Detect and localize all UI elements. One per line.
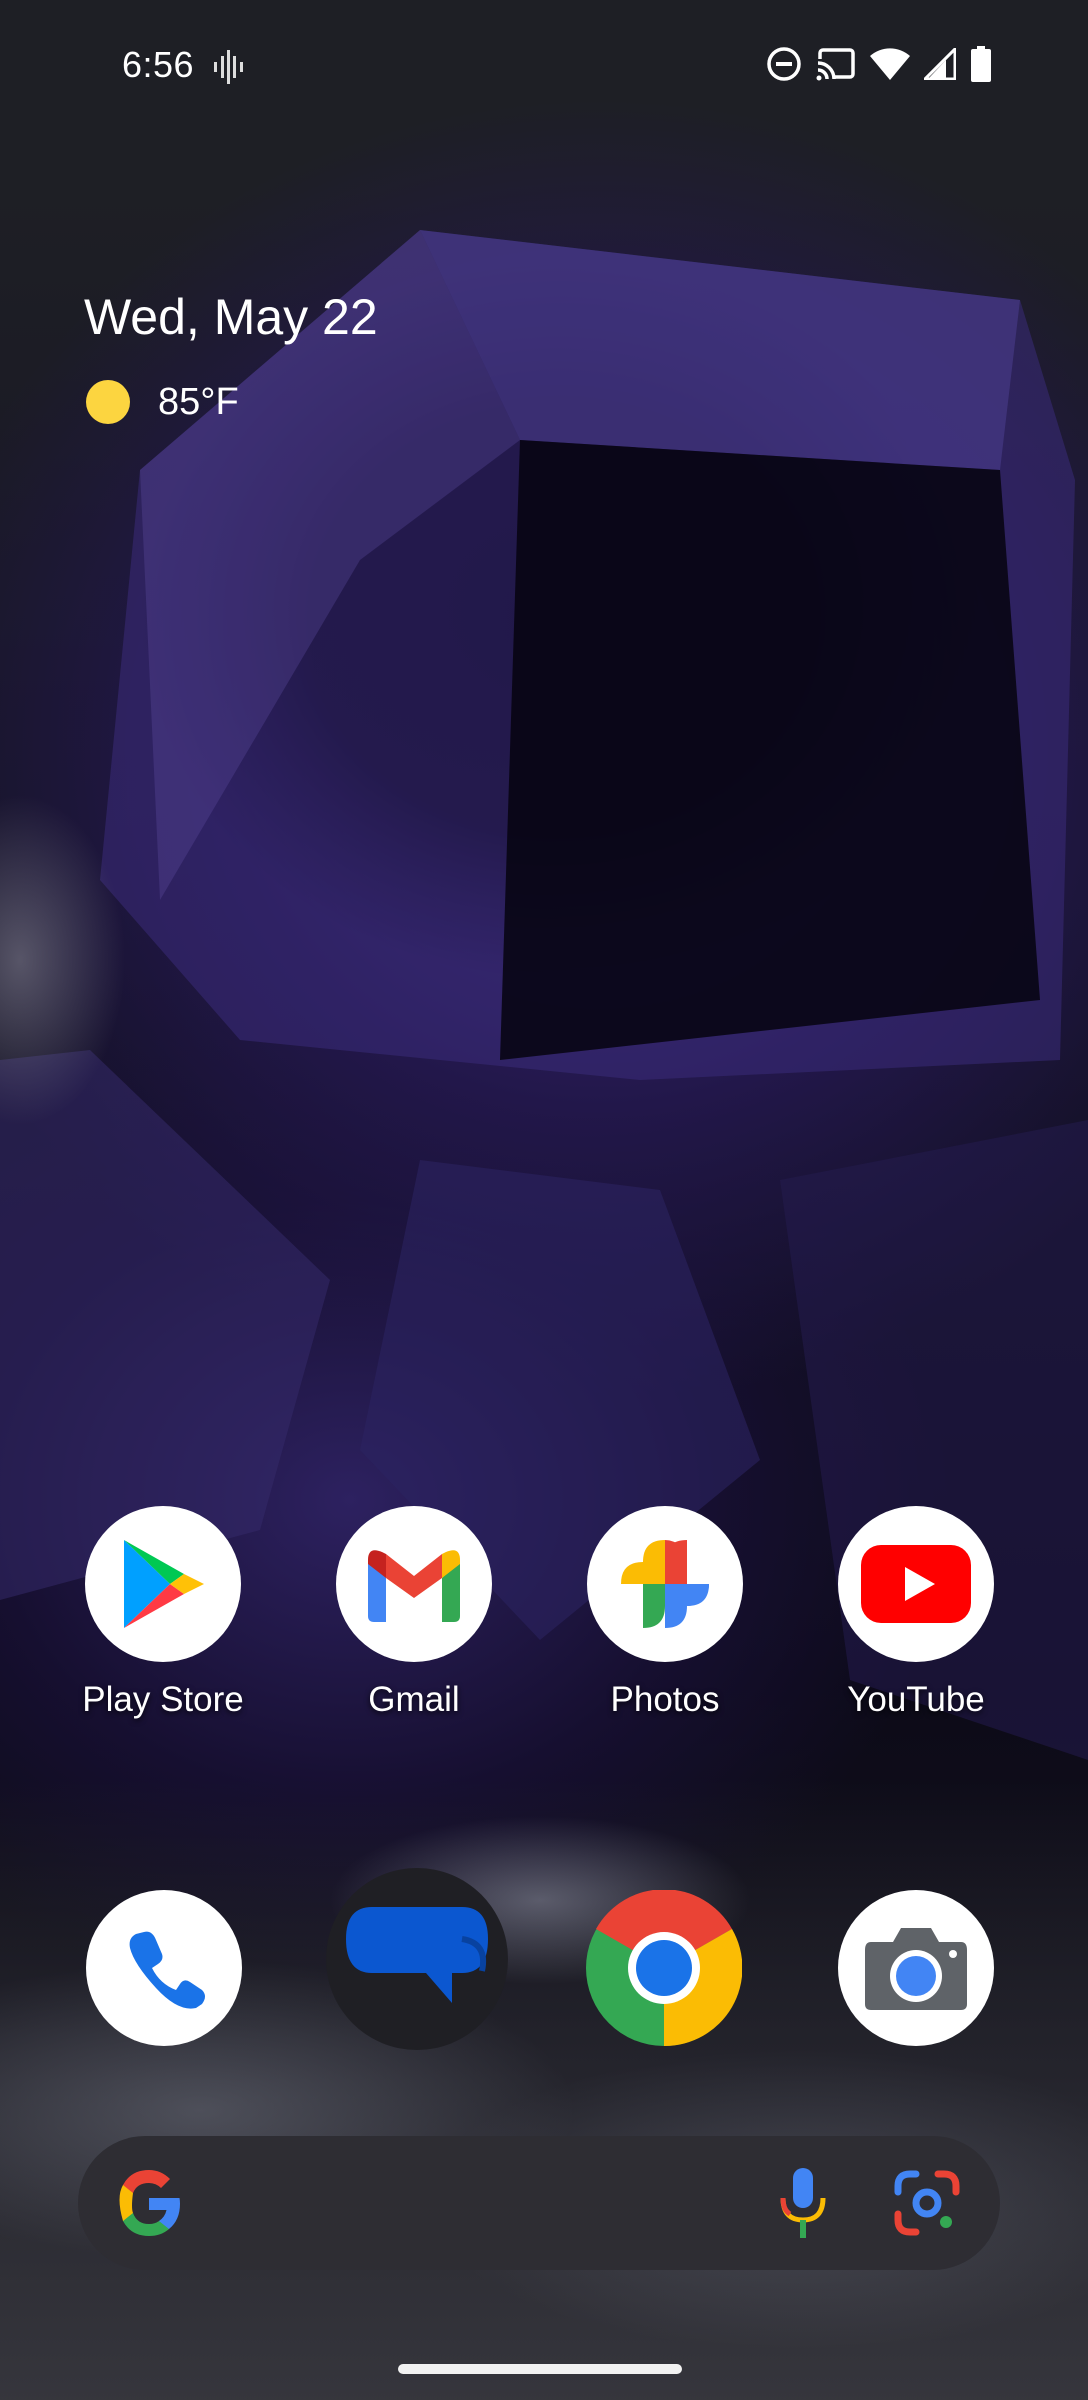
clock: 6:56 — [122, 44, 195, 85]
home-indicator[interactable] — [398, 2364, 682, 2374]
cell-signal-icon — [924, 48, 956, 80]
status-bar: 6:56 — [0, 0, 1088, 136]
sun-icon — [86, 380, 130, 424]
chrome-icon[interactable] — [586, 1890, 742, 2046]
photos-icon — [587, 1506, 743, 1662]
app-gmail[interactable]: Gmail — [314, 1506, 514, 1720]
app-label: Play Store — [82, 1680, 244, 1719]
temperature: 85°F — [158, 380, 239, 423]
camera-icon[interactable] — [838, 1890, 994, 2046]
glance-weather[interactable]: 85°F — [86, 380, 239, 424]
play-store-icon — [85, 1506, 241, 1662]
app-play-store[interactable]: Play Store — [63, 1506, 263, 1720]
youtube-icon — [838, 1506, 994, 1662]
app-youtube[interactable]: YouTube — [816, 1506, 1016, 1720]
wifi-icon — [870, 48, 910, 80]
battery-icon — [971, 46, 991, 82]
cast-icon — [816, 48, 855, 81]
app-label: Gmail — [368, 1680, 460, 1719]
google-search-bar[interactable] — [78, 2136, 1000, 2270]
vibrate-icon — [214, 50, 243, 84]
glance-date[interactable]: Wed, May 22 — [84, 288, 378, 346]
microphone-icon[interactable] — [780, 2166, 826, 2240]
gmail-icon — [336, 1506, 492, 1662]
do-not-disturb-icon — [767, 47, 801, 81]
google-lens-icon[interactable] — [894, 2170, 960, 2236]
google-g-icon — [119, 2170, 180, 2236]
messages-icon[interactable] — [326, 1868, 508, 2050]
phone-icon[interactable] — [86, 1890, 242, 2046]
app-label: YouTube — [847, 1680, 985, 1719]
app-label: Photos — [610, 1680, 720, 1719]
app-photos[interactable]: Photos — [565, 1506, 765, 1720]
